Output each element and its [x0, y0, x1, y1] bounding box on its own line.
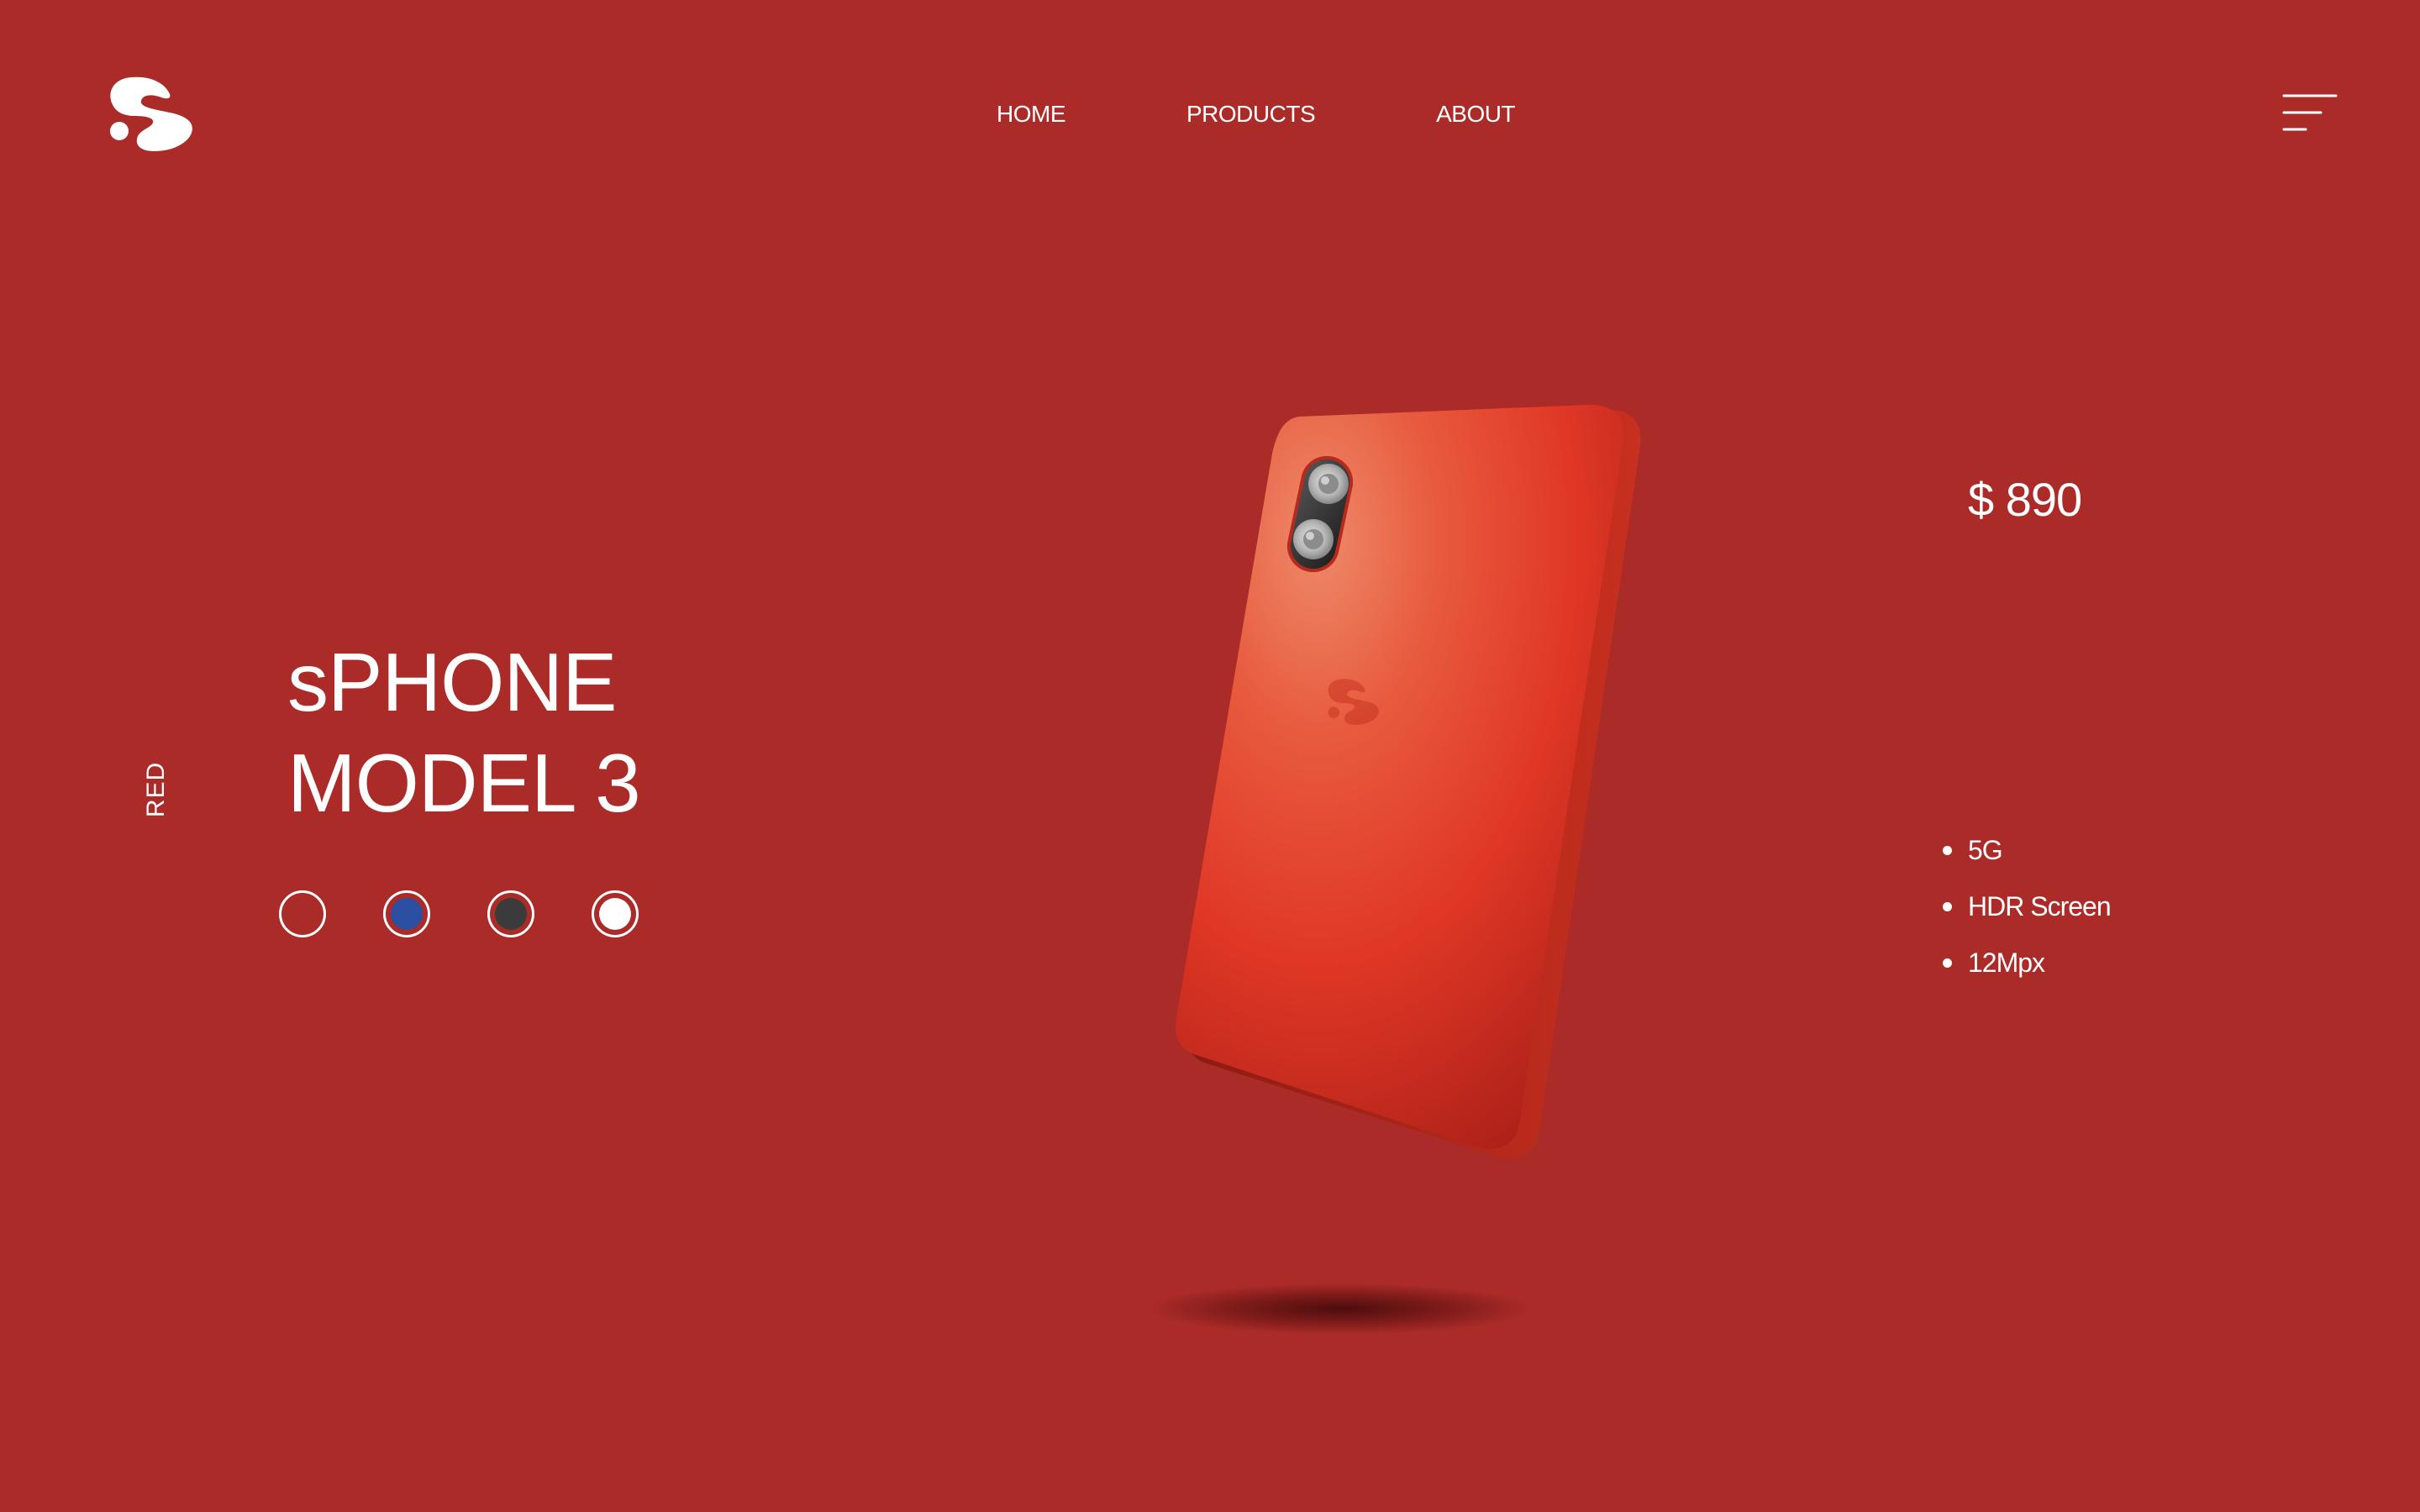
- swatch-dark-gray-dot: [495, 898, 527, 930]
- product-title: sPHONE MODEL 3: [287, 632, 641, 833]
- product-title-line2: MODEL 3: [287, 737, 641, 829]
- bullet-icon: [1943, 846, 1952, 855]
- landing-page: HOME PRODUCTS ABOUT RED sPHONE MODEL 3 $…: [0, 0, 2420, 1512]
- swatch-white-dot: [599, 898, 631, 930]
- phone-shadow: [1151, 1284, 1529, 1334]
- main-nav: HOME PRODUCTS ABOUT: [997, 99, 1516, 129]
- color-swatches: [279, 890, 639, 937]
- feature-label: HDR Screen: [1968, 891, 2112, 921]
- list-item: 5G: [1943, 833, 2111, 867]
- list-item: HDR Screen: [1943, 890, 2112, 923]
- selected-color-label: RED: [142, 761, 170, 818]
- feature-label: 12Mpx: [1968, 948, 2045, 978]
- swatch-blue-dot: [391, 898, 423, 930]
- product-title-line1: sPHONE: [287, 636, 618, 728]
- bullet-icon: [1943, 902, 1952, 911]
- product-price: $ 890: [1968, 473, 2082, 526]
- bullet-icon: [1943, 958, 1952, 968]
- swatch-white[interactable]: [592, 890, 639, 937]
- nav-item-home[interactable]: HOME: [997, 99, 1066, 129]
- nav-item-products[interactable]: PRODUCTS: [1186, 99, 1316, 129]
- hamburger-menu-icon[interactable]: [2282, 92, 2338, 134]
- feature-list: 5G HDR Screen 12Mpx: [1943, 833, 2112, 1002]
- s-logo-icon[interactable]: [104, 74, 198, 153]
- feature-label: 5G: [1968, 835, 2003, 865]
- nav-item-about[interactable]: ABOUT: [1436, 99, 1515, 129]
- swatch-dark-gray[interactable]: [487, 890, 534, 937]
- product-phone-image: [1126, 386, 1647, 1193]
- swatch-blue[interactable]: [383, 890, 430, 937]
- list-item: 12Mpx: [1943, 946, 2111, 979]
- swatch-red[interactable]: [279, 890, 326, 937]
- swatch-red-dot: [287, 898, 318, 930]
